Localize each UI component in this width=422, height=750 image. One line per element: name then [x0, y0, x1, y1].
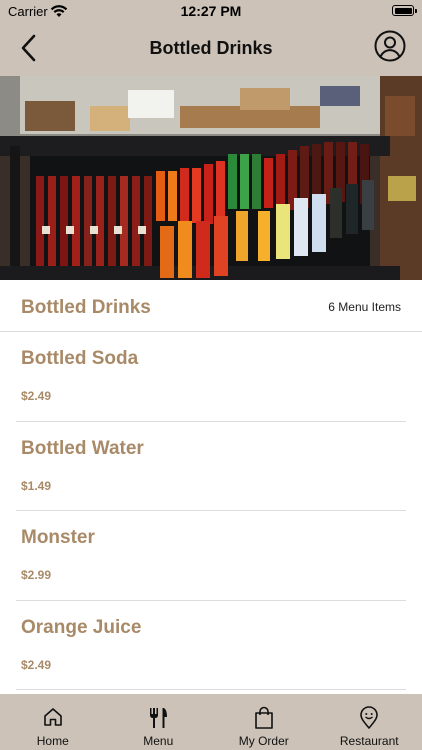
shopping-bag-icon [254, 706, 273, 729]
user-circle-icon[interactable] [374, 30, 406, 62]
category-title: Bottled Drinks [21, 297, 151, 318]
menu-item-name: Bottled Water [21, 437, 144, 459]
menu-item-name: Orange Juice [21, 616, 142, 638]
category-header: Bottled Drinks 6 Menu Items [0, 280, 422, 332]
status-bar: Carrier 12:27 PM [0, 0, 422, 22]
menu-item-monster[interactable]: Monster $2.99 [16, 511, 406, 601]
menu-item-price: $2.49 [21, 657, 52, 672]
tab-restaurant-label: Restaurant [339, 734, 399, 748]
tab-menu-label: Menu [143, 734, 174, 748]
tab-my-order[interactable]: My Order [211, 694, 317, 750]
menu-item-price: $2.99 [21, 568, 52, 582]
menu-item-orange-juice[interactable]: Orange Juice $2.49 [16, 601, 406, 690]
tab-menu[interactable]: Menu [106, 694, 212, 750]
menu-item-name: Bottled Soda [21, 348, 139, 369]
home-icon [43, 708, 62, 726]
tab-restaurant[interactable]: Restaurant [317, 694, 422, 750]
menu-item-price: $2.49 [21, 389, 52, 403]
battery-icon [392, 5, 417, 16]
menu-item-list: Bottled Soda $2.49 Bottled Water $1.49 M… [0, 332, 422, 690]
menu-item-price: $1.49 [21, 478, 52, 493]
drinks-display-case-photo [0, 76, 422, 280]
menu-item-bottled-water[interactable]: Bottled Water $1.49 [16, 422, 406, 511]
fork-knife-icon [150, 708, 168, 728]
location-pin-icon [360, 706, 379, 729]
menu-item-name: Monster [21, 527, 95, 548]
tab-home[interactable]: Home [0, 694, 106, 750]
page-title: Bottled Drinks [149, 38, 273, 58]
tab-home-label: Home [36, 734, 69, 748]
tab-bar: Home Menu My Order Restaurant [0, 694, 422, 750]
navigation-bar: Bottled Drinks [0, 22, 422, 76]
category-hero-image [0, 76, 422, 280]
menu-item-count: 6 Menu Items [328, 300, 401, 314]
tab-my-order-label: My Order [238, 734, 289, 748]
menu-item-bottled-soda[interactable]: Bottled Soda $2.49 [16, 332, 406, 422]
status-time: 12:27 PM [180, 3, 242, 19]
